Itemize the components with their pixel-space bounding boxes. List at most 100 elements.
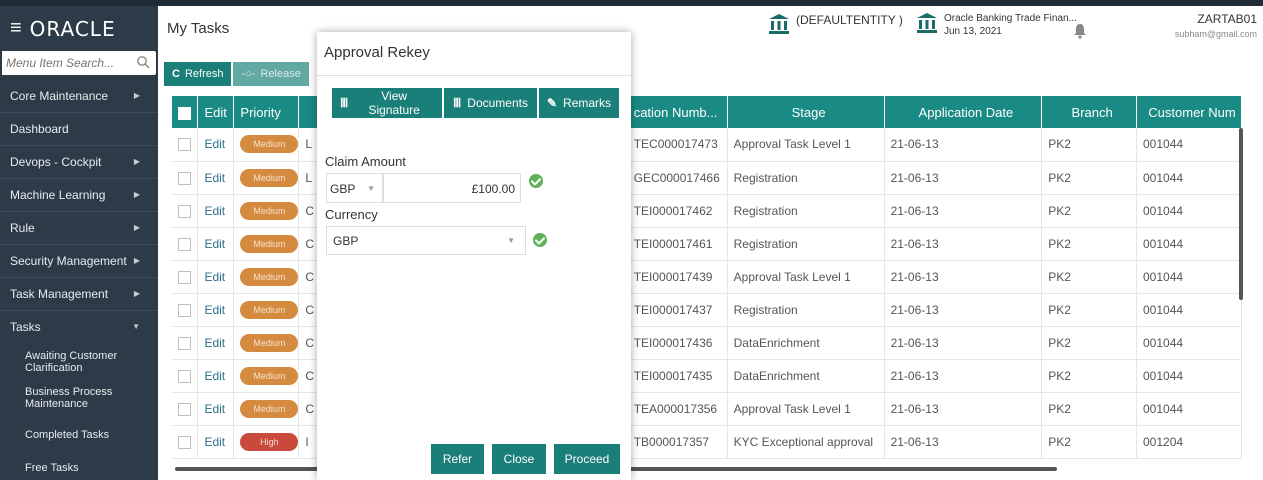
- branch-cell: PK2: [1041, 359, 1137, 393]
- customer-number-cell: 001044: [1136, 128, 1242, 162]
- sidebar-item-core-maintenance[interactable]: Core Maintenance ▶: [0, 81, 158, 113]
- task-toolbar: C Refresh -○- Release: [164, 62, 309, 86]
- col-header-customer-number[interactable]: Customer Num: [1136, 96, 1242, 128]
- refer-button[interactable]: Refer: [431, 444, 484, 474]
- priority-badge: Medium: [240, 300, 298, 319]
- application-number-cell: TB000017357: [627, 425, 728, 459]
- hamburger-menu-icon[interactable]: ≡: [10, 17, 22, 40]
- row-checkbox[interactable]: [178, 138, 191, 152]
- edit-link[interactable]: Edit: [197, 359, 235, 393]
- application-number-cell: GEC000017466: [627, 161, 728, 195]
- edit-link[interactable]: Edit: [197, 392, 235, 426]
- customer-number-cell: 001044: [1136, 392, 1242, 426]
- edit-link[interactable]: Edit: [197, 425, 235, 459]
- stage-cell: Registration: [727, 161, 885, 195]
- row-checkbox[interactable]: [178, 303, 191, 317]
- sidebar-subitem-business-process-maintenance[interactable]: Business Process Maintenance: [0, 386, 158, 410]
- sidebar-subitem-completed-tasks[interactable]: Completed Tasks: [0, 429, 158, 441]
- row-checkbox[interactable]: [178, 435, 191, 449]
- sidebar-item-tasks[interactable]: Tasks ▼: [0, 312, 158, 344]
- chevron-right-icon: ▶: [133, 157, 140, 166]
- row-checkbox[interactable]: [178, 369, 191, 383]
- vertical-scrollbar[interactable]: [1239, 128, 1243, 300]
- sidebar-subitem-free-tasks[interactable]: Free Tasks: [0, 462, 158, 474]
- sidebar-item-rule[interactable]: Rule ▶: [0, 213, 158, 245]
- row-checkbox[interactable]: [178, 270, 191, 284]
- edit-link[interactable]: Edit: [197, 260, 235, 294]
- claim-amount-input[interactable]: £100.00: [383, 173, 521, 203]
- application-date-cell: 21-06-13: [884, 128, 1043, 162]
- priority-badge: Medium: [240, 168, 298, 187]
- row-select-cell: [172, 293, 199, 327]
- row-checkbox[interactable]: [178, 336, 191, 350]
- user-info[interactable]: ZARTAB01 subham@gmail.com: [1175, 12, 1257, 39]
- edit-link[interactable]: Edit: [197, 326, 235, 360]
- release-button[interactable]: -○- Release: [233, 62, 309, 86]
- menu-search-input[interactable]: [2, 51, 122, 75]
- edit-link[interactable]: Edit: [197, 128, 235, 162]
- dialog-action-bar: Ⅲ View Signature Ⅲ Documents ✎ Remarks: [332, 88, 619, 118]
- sidebar-subitem-awaiting-customer-clarification[interactable]: Awaiting Customer Clarification: [0, 350, 158, 374]
- currency-select[interactable]: GBP ▼: [326, 226, 526, 255]
- proceed-button[interactable]: Proceed: [554, 444, 620, 474]
- col-header-stage[interactable]: Stage: [727, 96, 885, 128]
- sidebar-item-machine-learning[interactable]: Machine Learning ▶: [0, 180, 158, 212]
- bell-icon[interactable]: [1073, 23, 1087, 39]
- sidebar-item-label: Security Management: [10, 254, 127, 268]
- col-header-priority[interactable]: Priority: [233, 96, 300, 128]
- sidebar: Core Maintenance ▶ Dashboard Devops - Co…: [0, 45, 158, 480]
- view-signature-label: View Signature: [368, 89, 420, 117]
- entity-selector[interactable]: (DEFAULTENTITY ): [768, 13, 903, 35]
- edit-link[interactable]: Edit: [197, 194, 235, 228]
- priority-cell: Medium: [233, 227, 300, 261]
- edit-link[interactable]: Edit: [197, 293, 235, 327]
- view-signature-button[interactable]: Ⅲ View Signature: [332, 88, 442, 118]
- priority-cell: Medium: [233, 161, 300, 195]
- search-icon[interactable]: [136, 55, 150, 69]
- row-checkbox[interactable]: [178, 204, 191, 218]
- entity-name: (DEFAULTENTITY ): [796, 13, 903, 27]
- dialog-title: Approval Rekey: [324, 44, 430, 61]
- refresh-icon: C: [172, 68, 180, 80]
- row-select-cell: [172, 128, 199, 162]
- claim-currency-value: GBP: [330, 182, 356, 196]
- row-checkbox[interactable]: [178, 237, 191, 251]
- sidebar-item-devops-cockpit[interactable]: Devops - Cockpit ▶: [0, 147, 158, 179]
- application-number-cell: TEI000017436: [627, 326, 728, 360]
- customer-number-cell: 001044: [1136, 227, 1242, 261]
- select-all-checkbox[interactable]: [178, 106, 191, 120]
- col-header-application-number[interactable]: cation Numb...: [627, 96, 728, 128]
- refresh-label: Refresh: [184, 68, 224, 80]
- stage-cell: KYC Exceptional approval: [727, 425, 885, 459]
- col-header-application-date[interactable]: Application Date: [884, 96, 1043, 128]
- edit-link[interactable]: Edit: [197, 161, 235, 195]
- edit-link[interactable]: Edit: [197, 227, 235, 261]
- sidebar-item-label: Core Maintenance: [10, 89, 109, 103]
- bank-icon: [917, 13, 937, 33]
- priority-badge: High: [240, 432, 298, 451]
- row-checkbox[interactable]: [178, 402, 191, 416]
- remarks-button[interactable]: ✎ Remarks: [539, 88, 619, 118]
- close-button[interactable]: Close: [492, 444, 546, 474]
- library-icon: Ⅲ: [340, 96, 349, 110]
- row-select-cell: [172, 227, 199, 261]
- sidebar-item-label: Devops - Cockpit: [10, 155, 102, 169]
- library-icon: Ⅲ: [453, 96, 462, 110]
- sidebar-item-task-management[interactable]: Task Management ▶: [0, 279, 158, 311]
- refresh-button[interactable]: C Refresh: [164, 62, 232, 86]
- priority-badge: Medium: [240, 333, 298, 352]
- sidebar-item-dashboard[interactable]: Dashboard: [0, 114, 158, 146]
- row-checkbox[interactable]: [178, 171, 191, 185]
- app-info[interactable]: Oracle Banking Trade Finan... Jun 13, 20…: [916, 12, 1077, 38]
- branch-cell: PK2: [1041, 128, 1137, 162]
- stage-cell: Approval Task Level 1: [727, 392, 885, 426]
- sidebar-item-security-management[interactable]: Security Management ▶: [0, 246, 158, 278]
- stage-cell: Approval Task Level 1: [727, 128, 885, 162]
- priority-badge: Medium: [240, 366, 298, 385]
- col-header-branch[interactable]: Branch: [1041, 96, 1137, 128]
- priority-cell: High: [233, 425, 300, 459]
- claim-currency-select[interactable]: GBP ▼: [326, 173, 383, 203]
- sidebar-subitem-label: Free Tasks: [25, 462, 79, 474]
- oracle-logo: ORACLE: [29, 16, 116, 41]
- documents-button[interactable]: Ⅲ Documents: [444, 88, 537, 118]
